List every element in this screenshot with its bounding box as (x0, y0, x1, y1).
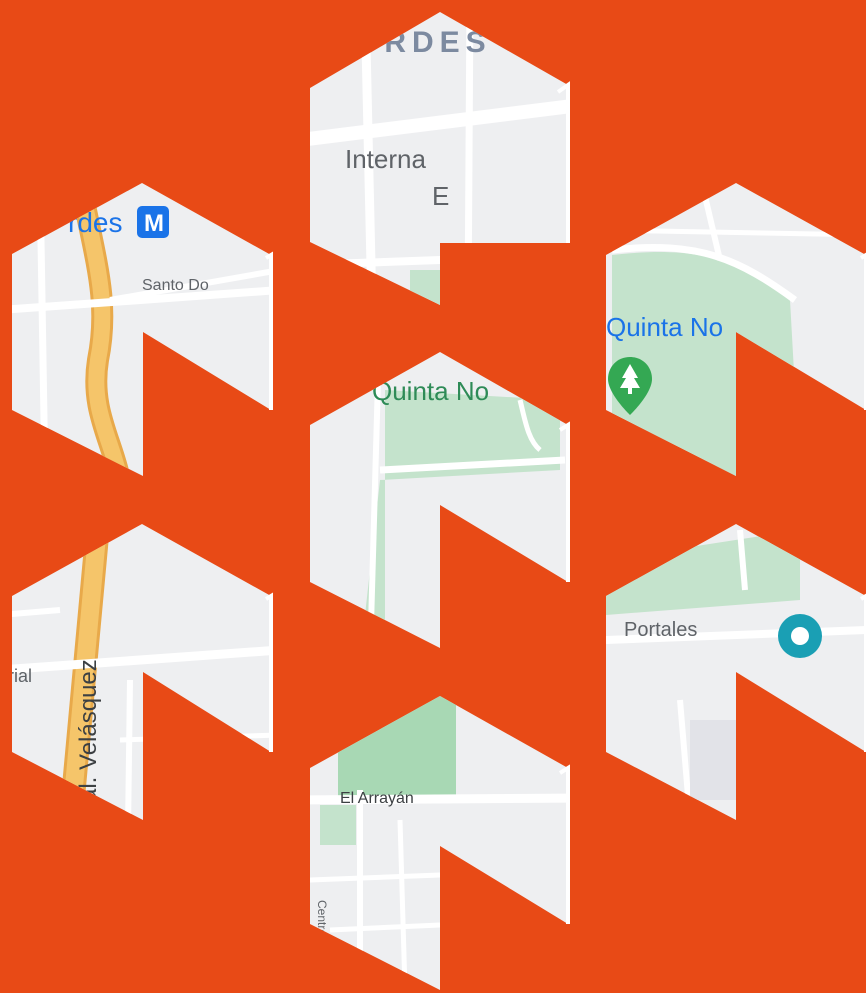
district-label: ORDES (355, 26, 492, 59)
side-street-label: Centro (315, 900, 329, 936)
road (125, 679, 133, 820)
road (36, 183, 49, 476)
street-label: Portales (624, 619, 697, 641)
map-tile-bottom-center: El Arrayán Centro (310, 696, 568, 990)
street-label-suffix: E (432, 181, 449, 211)
poi-icon (778, 614, 822, 658)
park-area (320, 805, 356, 845)
street-label: Santo Do (142, 277, 209, 294)
avenue-label: ral. Velásquez (75, 659, 102, 810)
map-tile-lower-right: Portales (606, 524, 866, 820)
park-area (410, 270, 440, 305)
map-tile-upper-right: Quinta No (606, 183, 866, 476)
map-tile-top-center: ORDES Interna E (310, 12, 568, 305)
building-block (690, 720, 740, 800)
street-label: Interna (345, 144, 426, 174)
map-tile-center: Quinta No (310, 352, 568, 648)
road (606, 227, 866, 238)
park-area (338, 696, 456, 800)
metro-icon: M (137, 206, 169, 238)
park-label: Quinta No (372, 376, 489, 406)
map-tile-lower-left: ral. Velásquez rial (8, 524, 271, 820)
street-label: El Arrayán (340, 790, 414, 807)
map-tile-upper-left: rdes M Santo Do (12, 183, 271, 476)
hexagon-map-mosaic: ORDES Interna E rdes M Santo Do Quinta N… (8, 12, 866, 990)
logo-graphic: ORDES Interna E rdes M Santo Do Quinta N… (0, 0, 866, 993)
svg-text:M: M (144, 210, 164, 237)
park-label: Quinta No (606, 312, 723, 342)
station-label: rdes (68, 207, 122, 238)
street-label: rial (8, 666, 32, 686)
